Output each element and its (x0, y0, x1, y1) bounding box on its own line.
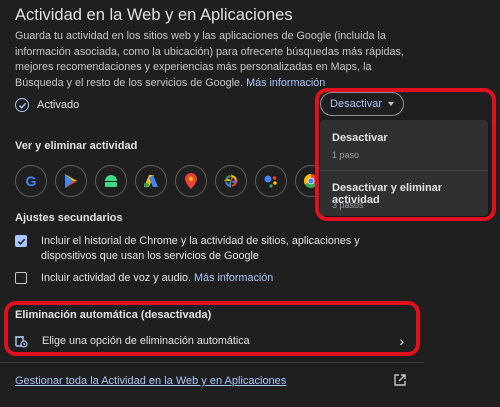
open-external-icon[interactable] (393, 373, 407, 387)
divider (0, 362, 424, 363)
google-ads-icon[interactable] (135, 165, 167, 197)
chrome-history-row[interactable]: Incluir el historial de Chrome y la acti… (15, 234, 410, 264)
highlight-box-auto-delete (4, 301, 420, 356)
secondary-settings-heading: Ajustes secundarios (15, 212, 123, 224)
description-text: Guarda tu actividad en los sitios web y … (15, 30, 404, 89)
play-store-icon[interactable] (55, 165, 87, 197)
google-photos-icon[interactable] (215, 165, 247, 197)
app-icons-row: G (15, 165, 327, 197)
highlight-box-dropdown (315, 88, 496, 221)
checkbox-checked[interactable] (15, 235, 27, 247)
google-icon[interactable]: G (15, 165, 47, 197)
checkbox-unchecked[interactable] (15, 272, 27, 284)
voice-audio-text: Incluir actividad de voz y audio. Más in… (41, 271, 273, 286)
page-title: Actividad en la Web y en Aplicaciones (15, 6, 293, 24)
status-row: Activado (15, 98, 79, 112)
voice-audio-row[interactable]: Incluir actividad de voz y audio. Más in… (15, 271, 273, 286)
manage-all-link[interactable]: Gestionar toda la Actividad en la Web y … (15, 375, 286, 387)
maps-icon[interactable] (175, 165, 207, 197)
check-circle-icon (15, 98, 29, 112)
status-label: Activado (37, 99, 80, 111)
description: Guarda tu actividad en los sitios web y … (15, 29, 415, 91)
voice-audio-label: Incluir actividad de voz y audio. (41, 272, 192, 284)
view-delete-heading: Ver y eliminar actividad (15, 140, 138, 152)
voice-more-info-link[interactable]: Más información (194, 272, 273, 284)
chrome-history-label: Incluir el historial de Chrome y la acti… (41, 235, 360, 262)
android-icon[interactable] (95, 165, 127, 197)
assistant-icon[interactable] (255, 165, 287, 197)
more-info-link[interactable]: Más información (246, 77, 325, 89)
